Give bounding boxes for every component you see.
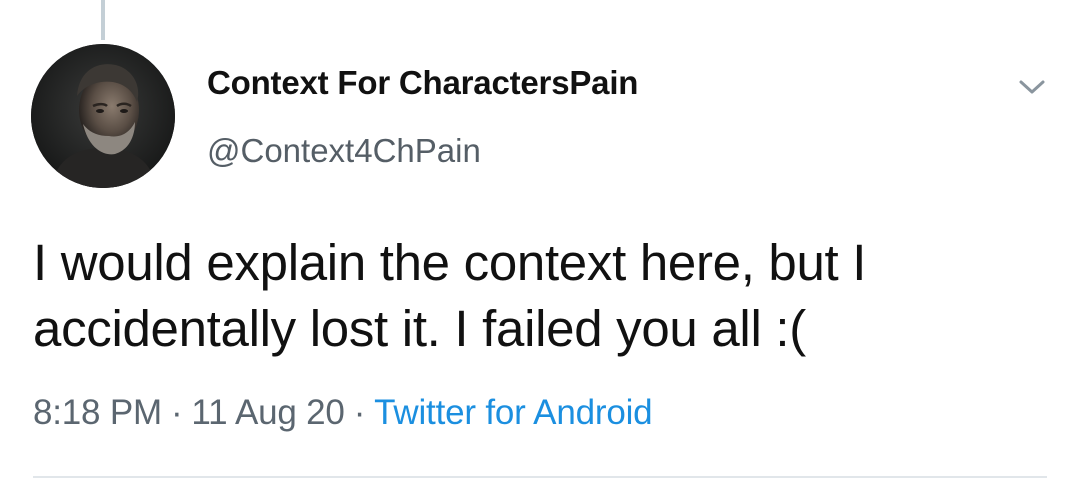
avatar-portrait-image bbox=[31, 44, 175, 188]
user-handle[interactable]: @Context4ChPain bbox=[207, 132, 481, 170]
divider bbox=[33, 476, 1047, 478]
tweet-text: I would explain the context here, but I … bbox=[33, 230, 1053, 362]
tweet-text-line: I would explain the context here, but I bbox=[33, 234, 867, 291]
tweet-time[interactable]: 8:18 PM bbox=[33, 393, 162, 432]
avatar[interactable] bbox=[31, 44, 175, 188]
display-name[interactable]: Context For CharactersPain bbox=[207, 64, 638, 102]
tweet-text-line: accidentally lost it. I failed you all :… bbox=[33, 300, 806, 357]
separator: · bbox=[170, 393, 183, 432]
tweet-metadata: 8:18 PM · 11 Aug 20 · Twitter for Android bbox=[33, 393, 653, 433]
chevron-down-icon[interactable] bbox=[1012, 72, 1052, 102]
tweet-date[interactable]: 11 Aug 20 bbox=[191, 393, 344, 432]
tweet-source-link[interactable]: Twitter for Android bbox=[374, 393, 652, 432]
separator: · bbox=[353, 393, 366, 432]
thread-connector-line bbox=[101, 0, 105, 40]
